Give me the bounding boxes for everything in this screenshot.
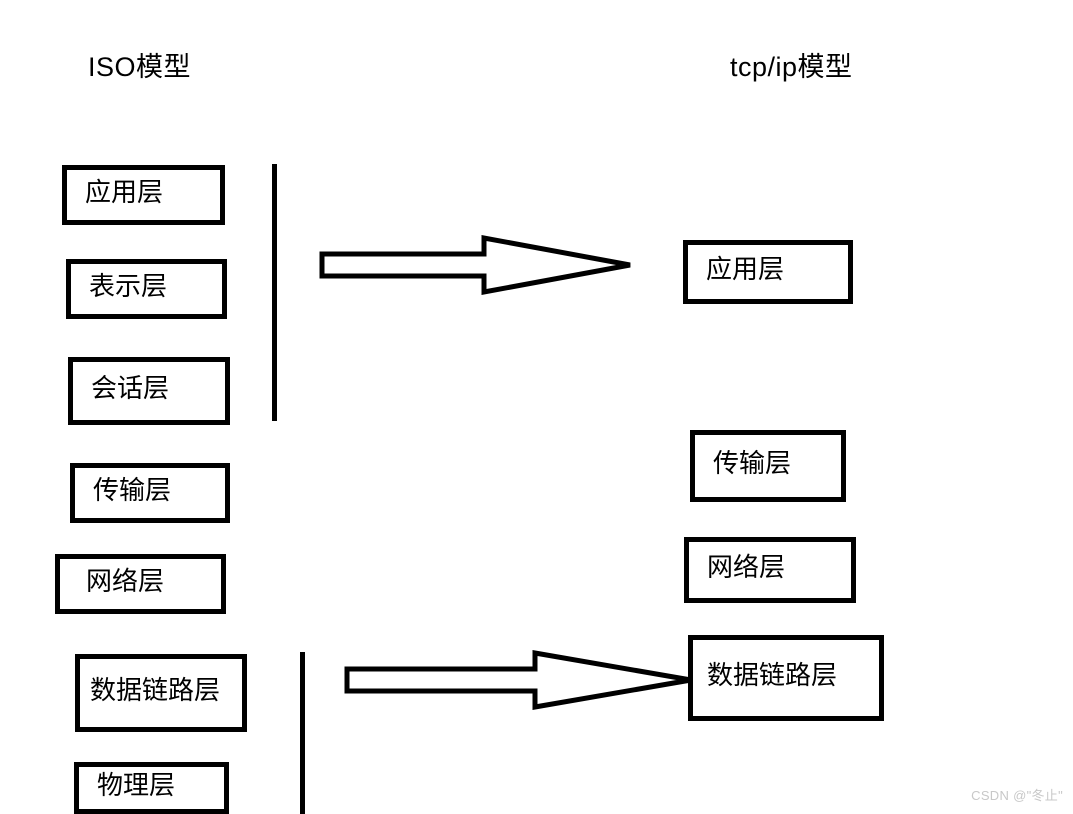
tcpip-layer-network: 网络层 [684,537,856,603]
tcpip-layer-datalink: 数据链路层 [688,635,884,721]
layer-label: 传输层 [93,475,172,505]
right-column-title: tcp/ip模型 [730,52,853,82]
layer-label: 会话层 [91,373,170,403]
layer-label: 物理层 [97,770,176,800]
left-column-title: ISO模型 [88,52,192,82]
iso-layer-presentation: 表示层 [66,259,227,319]
layer-label: 网络层 [86,566,165,596]
layer-label: 网络层 [707,552,786,582]
lower-group-bracket [300,652,305,814]
iso-layer-network: 网络层 [55,554,226,614]
iso-layer-datalink: 数据链路层 [75,654,247,732]
iso-layer-session: 会话层 [68,357,230,425]
iso-layer-physical: 物理层 [74,762,229,814]
upper-merge-arrow [319,234,632,298]
tcpip-layer-transport: 传输层 [690,430,846,502]
layer-label: 传输层 [713,448,792,478]
lower-merge-arrow [344,650,693,712]
iso-layer-transport: 传输层 [70,463,230,523]
layer-label: 数据链路层 [707,660,838,690]
layer-label: 应用层 [706,254,785,284]
upper-group-bracket [272,164,277,421]
diagram-canvas: ISO模型 tcp/ip模型 应用层 表示层 会话层 传输层 网络层 数据链路层… [0,0,1073,814]
layer-label: 表示层 [89,271,168,301]
tcpip-layer-application: 应用层 [683,240,853,304]
layer-label: 应用层 [85,177,164,207]
csdn-watermark: CSDN @"冬止" [971,788,1063,803]
layer-label: 数据链路层 [90,675,221,705]
iso-layer-application: 应用层 [62,165,225,225]
